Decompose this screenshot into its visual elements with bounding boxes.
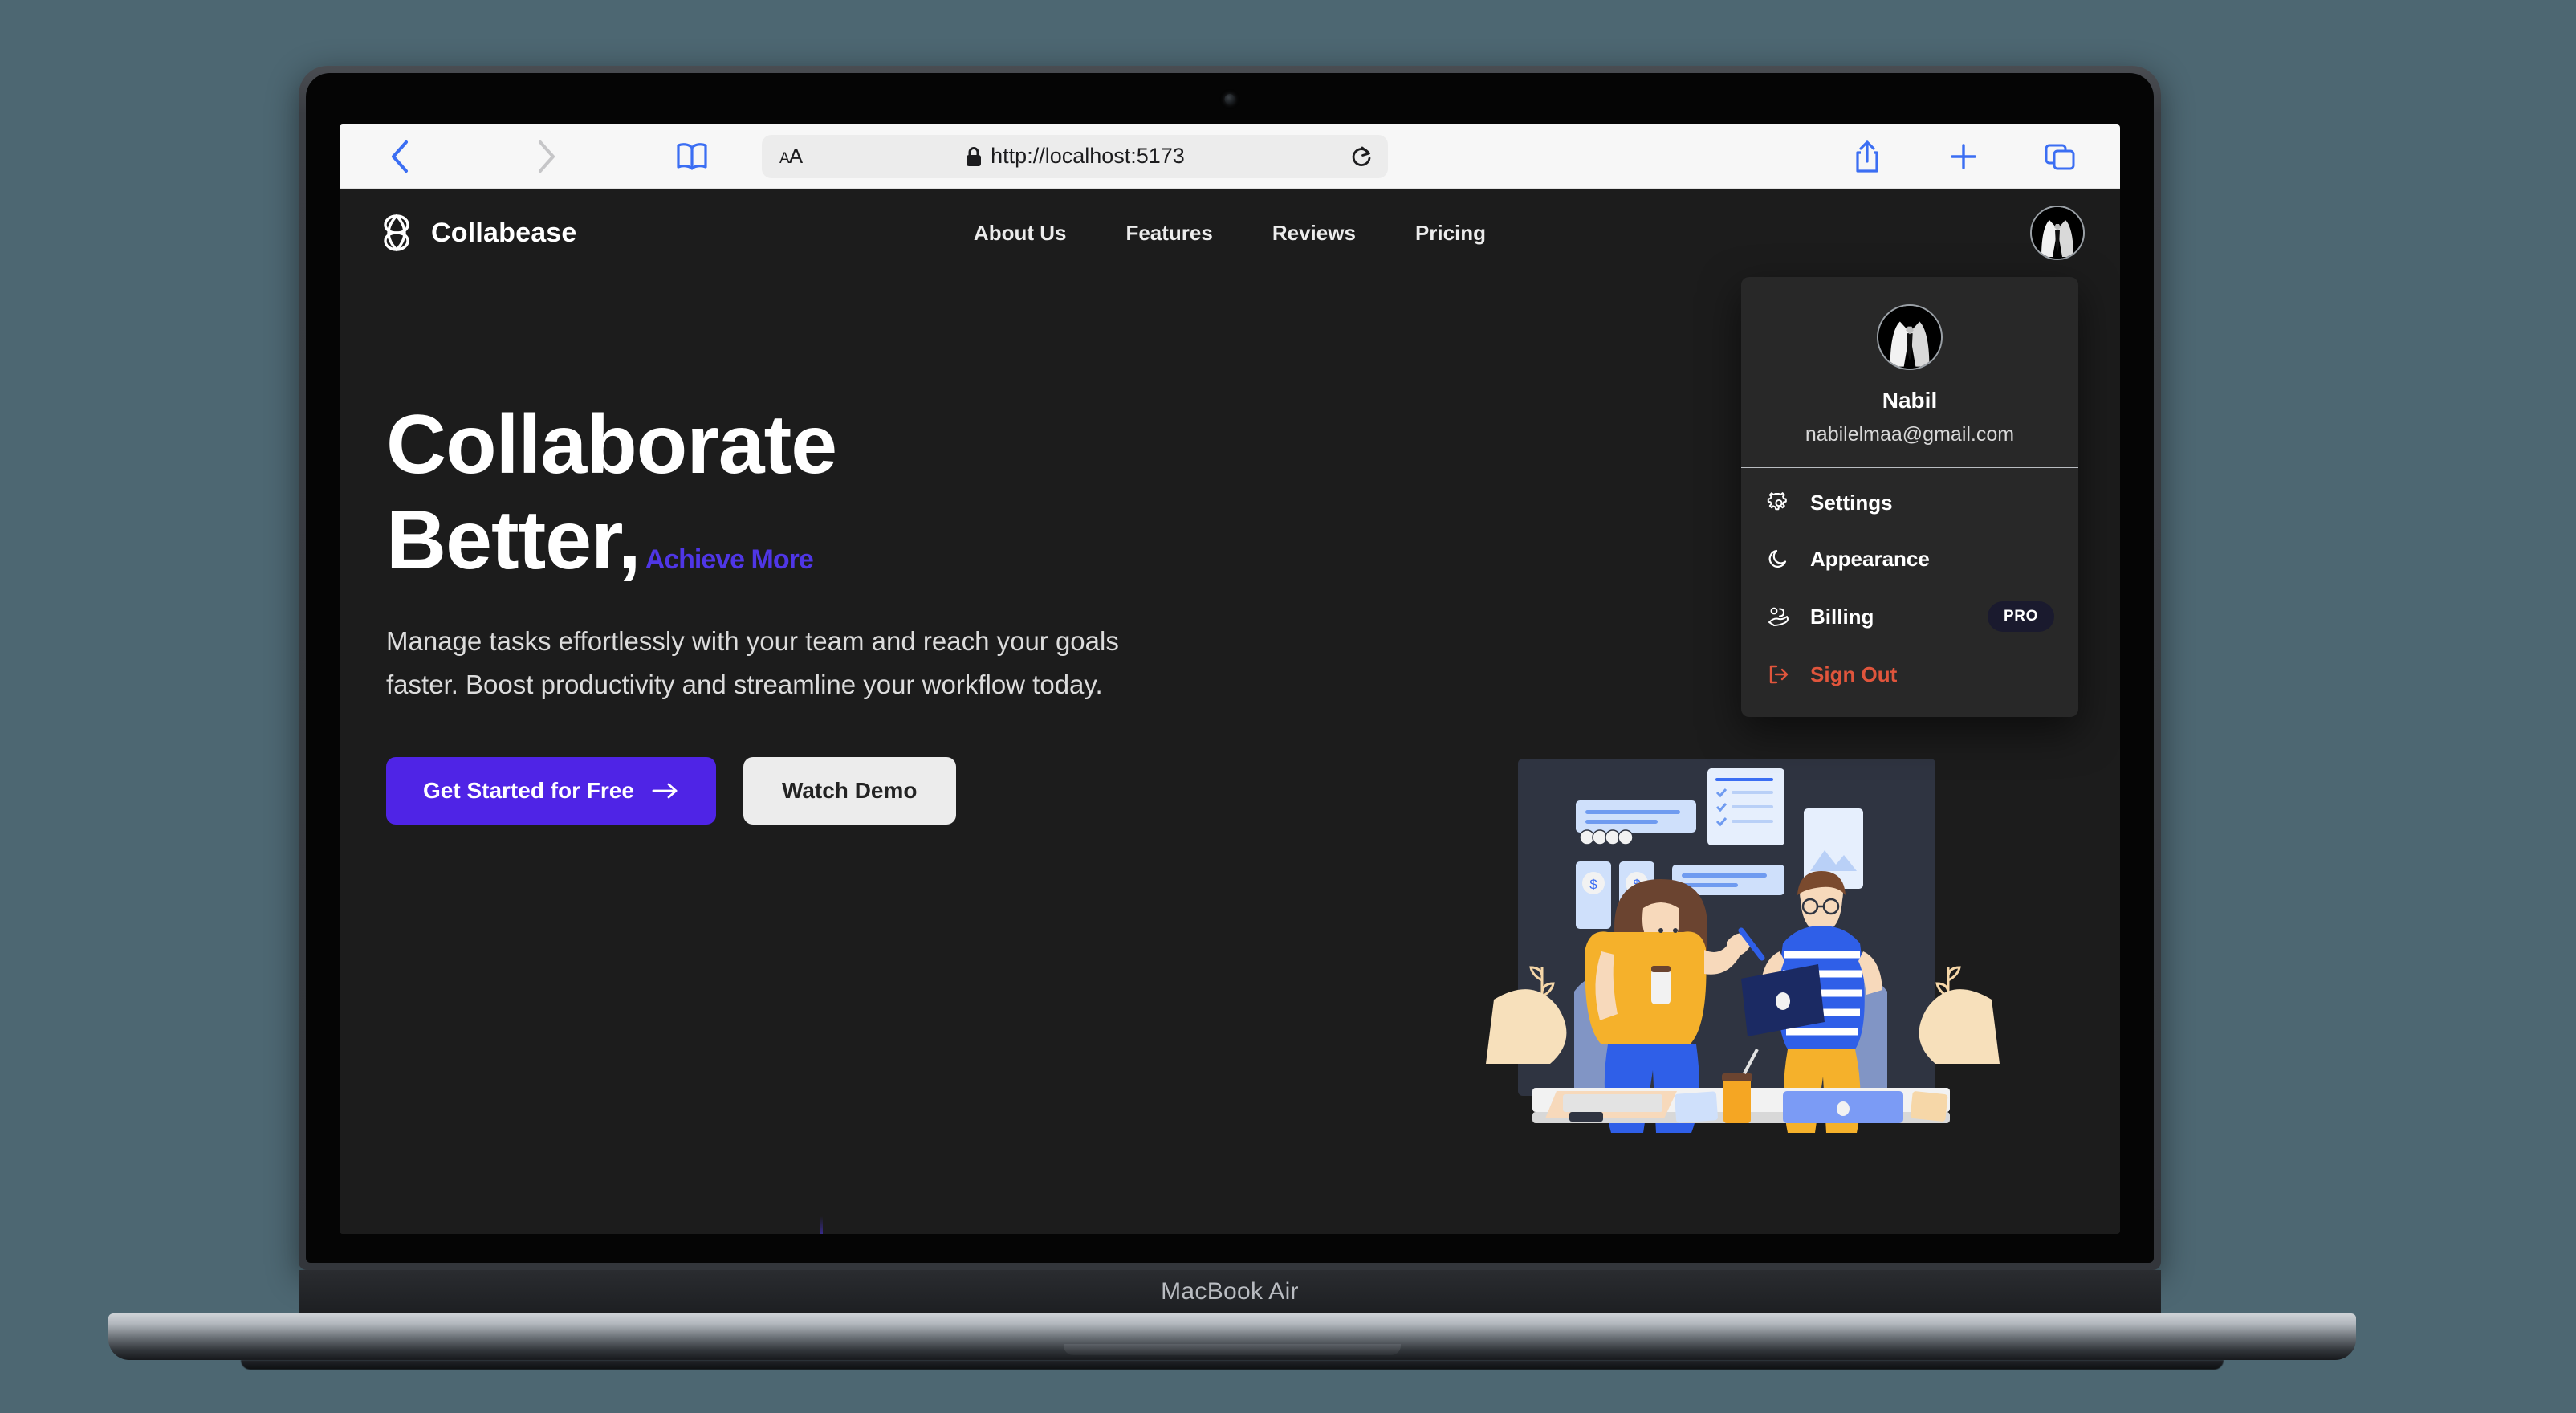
hero-heading-line1: Collaborate [386, 398, 837, 491]
dropdown-avatar [1877, 304, 1943, 370]
laptop-chin: MacBook Air [299, 1270, 2161, 1313]
watch-demo-button[interactable]: Watch Demo [743, 757, 956, 825]
logout-icon [1765, 661, 1793, 688]
laptop-base [108, 1313, 2356, 1360]
account-dropdown-menu: Nabil nabilelmaa@gmail.com Settings Appe… [1741, 277, 2078, 717]
main-nav: About Us Features Reviews Pricing [974, 221, 1486, 246]
menu-item-settings-label: Settings [1810, 490, 1893, 515]
get-started-button[interactable]: Get Started for Free [386, 757, 716, 825]
laptop-base-shadow [241, 1360, 2224, 1370]
arrow-right-icon [652, 783, 678, 799]
nav-item-reviews[interactable]: Reviews [1272, 221, 1356, 246]
gear-icon [1765, 489, 1793, 516]
chevron-left-icon [392, 140, 408, 173]
brand-logo[interactable]: Collabease [378, 213, 577, 253]
menu-item-billing-label: Billing [1810, 604, 1874, 629]
share-icon [1856, 140, 1878, 173]
nav-item-pricing[interactable]: Pricing [1415, 221, 1486, 246]
hero-subtitle: Manage tasks effortlessly with your team… [386, 626, 1119, 699]
menu-item-appearance-label: Appearance [1810, 546, 1930, 571]
tabs-icon [2045, 144, 2075, 169]
brand-name: Collabease [431, 217, 577, 248]
address-bar[interactable]: AAAA http://localhost:5173 [762, 134, 1388, 178]
watch-demo-label: Watch Demo [781, 778, 918, 803]
book-icon [677, 142, 707, 170]
lock-icon [967, 146, 982, 166]
hero-accent-text: Achieve More [645, 544, 814, 575]
avatar[interactable] [2030, 206, 2085, 260]
suit-avatar-icon [2032, 207, 2083, 259]
desktop-background: AAAA http://localhost:5173 [0, 0, 2576, 1413]
site-header: Collabease About Us Features Reviews Pri… [340, 189, 2120, 277]
website-viewport: Collabease About Us Features Reviews Pri… [340, 189, 2120, 1234]
hero-cta-row: Get Started for Free Watch Demo [386, 757, 1325, 825]
nav-item-features[interactable]: Features [1125, 221, 1212, 246]
sidebar-button[interactable] [667, 136, 717, 177]
forward-button[interactable] [521, 136, 571, 177]
browser-toolbar: AAAA http://localhost:5173 [340, 124, 2120, 189]
laptop-frame: AAAA http://localhost:5173 [299, 66, 2161, 1270]
new-tab-button[interactable] [1939, 136, 1988, 177]
decorative-accent-line [820, 1216, 823, 1234]
webcam-icon [1224, 94, 1235, 104]
menu-item-settings[interactable]: Settings [1741, 474, 2078, 531]
pro-badge: PRO [1988, 601, 2054, 632]
share-button[interactable] [1842, 136, 1892, 177]
url-text: http://localhost:5173 [991, 144, 1185, 168]
chevron-right-icon [539, 140, 555, 173]
moon-icon [1765, 545, 1793, 572]
flower-knot-logo-icon [384, 214, 409, 252]
device-label: MacBook Air [1161, 1278, 1299, 1305]
nav-item-about-us[interactable]: About Us [974, 221, 1067, 246]
svg-text:$: $ [1589, 877, 1597, 892]
account-email: nabilelmaa@gmail.com [1805, 423, 2015, 446]
plus-icon [1951, 143, 1976, 169]
menu-item-appearance[interactable]: Appearance [1741, 531, 2078, 587]
reload-button[interactable] [1349, 145, 1373, 169]
team-collaboration-illustration: $ $ [1486, 759, 2000, 1160]
suit-avatar-icon [1878, 306, 1941, 369]
menu-divider [1741, 467, 2078, 468]
tab-overview-button[interactable] [2035, 136, 2085, 177]
get-started-label: Get Started for Free [423, 778, 634, 803]
menu-item-sign-out-label: Sign Out [1810, 662, 1898, 686]
reload-icon [1352, 146, 1371, 166]
hand-coins-icon [1765, 603, 1793, 630]
menu-item-sign-out[interactable]: Sign Out [1741, 646, 2078, 702]
hero-heading-line2: Better, [386, 493, 641, 587]
menu-item-billing[interactable]: Billing PRO [1741, 587, 2078, 646]
back-button[interactable] [375, 136, 425, 177]
account-name: Nabil [1882, 388, 1938, 413]
laptop-screen: AAAA http://localhost:5173 [340, 124, 2120, 1234]
page-title: Collaborate Better, Achieve More [386, 397, 1325, 588]
